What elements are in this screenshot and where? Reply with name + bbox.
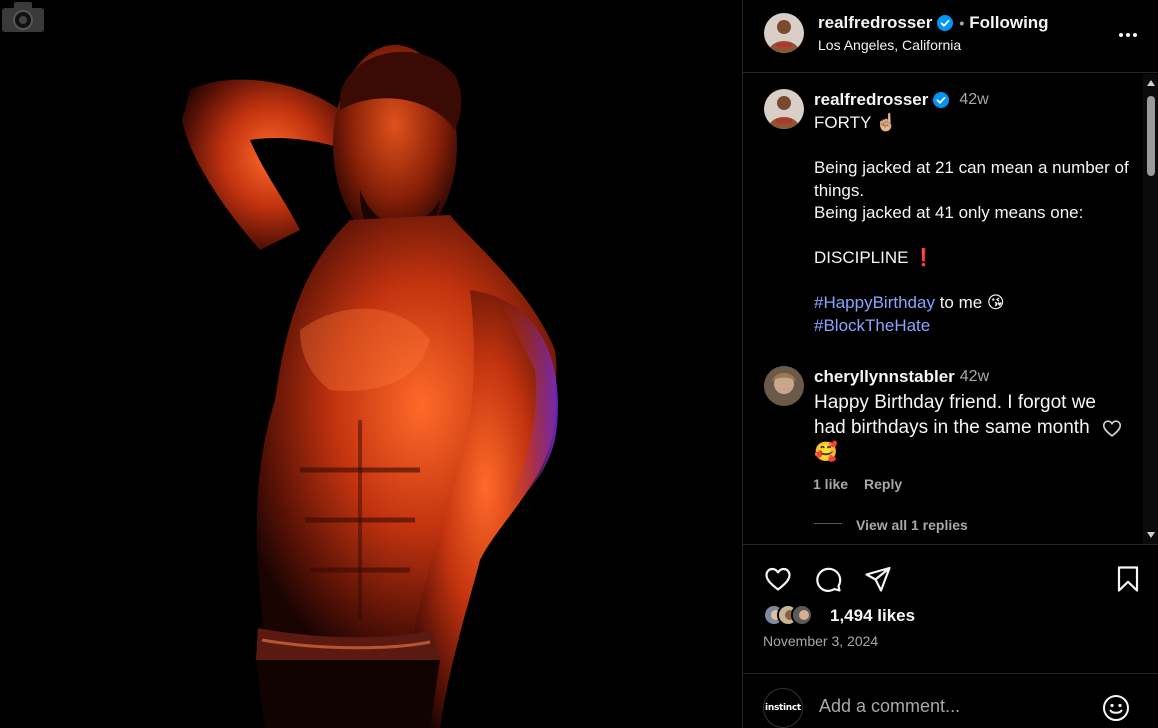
comments-scroll-area[interactable]: realfredrosser 42w FORTY ☝🏼 Being jacked… — [743, 74, 1158, 544]
comment-header: cheryllynnstabler 42w — [814, 367, 989, 387]
scroll-thumb[interactable] — [1147, 96, 1155, 176]
verified-badge-icon — [933, 92, 950, 108]
caption-line: Being jacked at 41 only means one: — [814, 203, 1084, 222]
bookmark-icon[interactable] — [1113, 564, 1143, 594]
caption-header: realfredrosser 42w — [814, 90, 989, 110]
commenter-avatar[interactable] — [764, 366, 804, 406]
liker-avatar[interactable] — [791, 604, 813, 626]
hashtag-link[interactable]: #HappyBirthday — [814, 293, 935, 312]
author-avatar[interactable] — [764, 13, 804, 53]
caption-author-avatar[interactable] — [764, 89, 804, 129]
post-side-panel: realfredrosser • Following Los Angeles, … — [742, 0, 1158, 728]
hashtag-link[interactable]: #BlockTheHate — [814, 316, 930, 335]
post-header: realfredrosser • Following Los Angeles, … — [743, 0, 1158, 73]
caption-username[interactable]: realfredrosser — [814, 90, 928, 110]
replies-divider — [814, 523, 842, 524]
add-comment-row: instinct — [743, 673, 1158, 728]
author-header: realfredrosser • Following — [818, 13, 1049, 33]
post-image — [0, 0, 742, 728]
caption-line: Being jacked at 21 can mean a number of … — [814, 158, 1129, 200]
post-date[interactable]: November 3, 2024 — [763, 633, 878, 649]
comment-timestamp[interactable]: 42w — [960, 368, 989, 386]
current-user-avatar[interactable]: instinct — [763, 688, 803, 728]
current-user-avatar-text: instinct — [765, 703, 801, 713]
commenter-username[interactable]: cheryllynnstabler — [814, 367, 955, 387]
like-count[interactable]: 1,494 likes — [830, 606, 915, 626]
comment-bubble-icon[interactable] — [813, 564, 843, 594]
caption-timestamp[interactable]: 42w — [959, 91, 988, 109]
smiley-icon[interactable] — [1101, 693, 1131, 723]
scroll-down-arrow-icon[interactable] — [1147, 532, 1155, 538]
verified-badge-icon — [937, 15, 954, 31]
post-location[interactable]: Los Angeles, California — [818, 37, 961, 53]
comment-input[interactable] — [819, 696, 1089, 717]
comment-heart-icon[interactable] — [1101, 417, 1123, 439]
post-photo[interactable] — [0, 0, 742, 728]
post-actions: 1,494 likes November 3, 2024 instinct — [743, 544, 1158, 728]
caption-line: FORTY ☝🏼 — [814, 113, 897, 132]
view-replies-button[interactable]: View all 1 replies — [856, 517, 968, 533]
reply-button[interactable]: Reply — [864, 476, 902, 492]
caption-line: to me 😘 — [934, 293, 1005, 312]
camera-icon — [2, 2, 44, 32]
more-options-icon[interactable] — [1117, 24, 1139, 46]
liker-avatars[interactable] — [763, 604, 813, 626]
comment-text: Happy Birthday friend. I forgot we had b… — [814, 392, 1096, 463]
separator-dot: • — [959, 15, 965, 31]
author-username[interactable]: realfredrosser — [818, 13, 932, 33]
scroll-up-arrow-icon[interactable] — [1147, 80, 1155, 86]
caption-text: FORTY ☝🏼 Being jacked at 21 can mean a n… — [814, 112, 1134, 337]
heart-icon[interactable] — [763, 564, 793, 594]
comments-scrollbar[interactable] — [1143, 74, 1158, 544]
comment-like-count[interactable]: 1 like — [813, 476, 848, 492]
caption-line: DISCIPLINE ❗ — [814, 248, 935, 267]
paper-plane-icon[interactable] — [863, 564, 893, 594]
following-button[interactable]: Following — [969, 13, 1048, 33]
comment-meta: 1 like Reply — [813, 476, 902, 492]
